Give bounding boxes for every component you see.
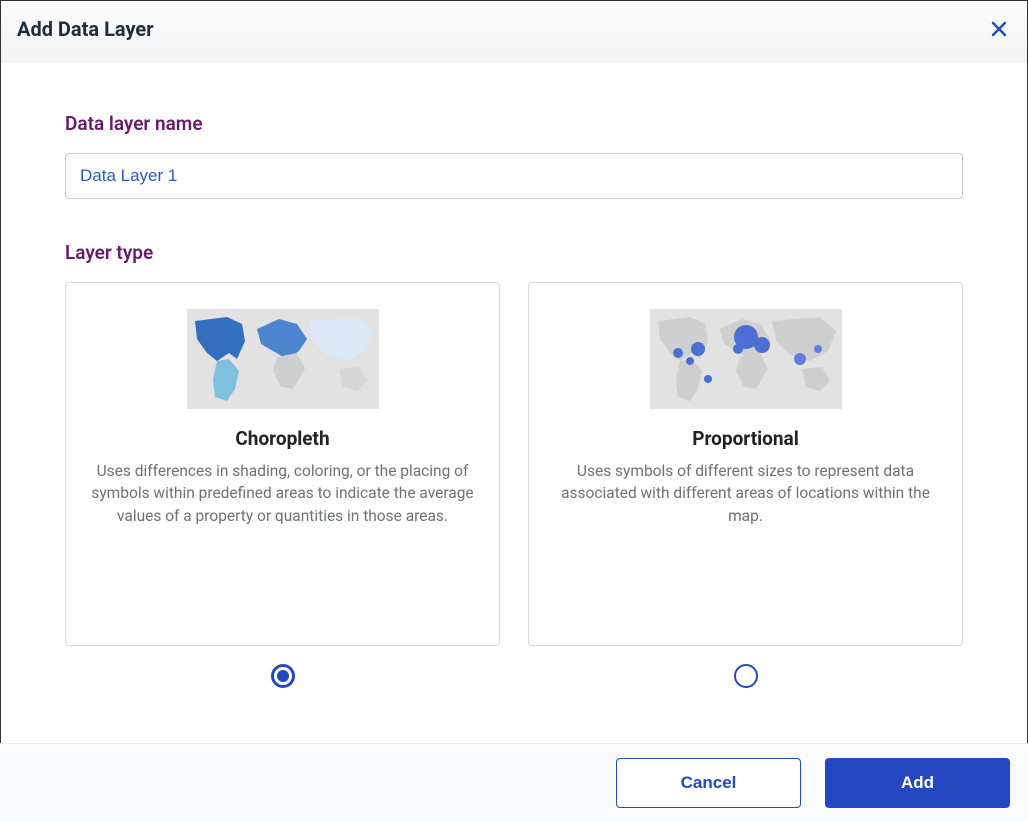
choropleth-radio[interactable] <box>271 664 295 688</box>
proportional-desc: Uses symbols of different sizes to repre… <box>551 460 940 527</box>
proportional-card[interactable]: Proportional Uses symbols of different s… <box>528 282 963 646</box>
proportional-thumbnail <box>650 309 842 409</box>
close-button[interactable] <box>987 17 1011 41</box>
layer-type-options: Choropleth Uses differences in shading, … <box>65 282 963 688</box>
type-field-label: Layer type <box>65 241 963 264</box>
close-icon <box>990 20 1008 38</box>
proportional-title: Proportional <box>692 427 799 450</box>
choropleth-desc: Uses differences in shading, coloring, o… <box>88 460 477 527</box>
modal-body: Data layer name Layer type <box>1 62 1027 708</box>
proportional-radio[interactable] <box>734 664 758 688</box>
modal-title: Add Data Layer <box>17 17 154 41</box>
choropleth-title: Choropleth <box>235 427 329 450</box>
modal-header: Add Data Layer <box>1 1 1027 62</box>
name-field-label: Data layer name <box>65 112 963 135</box>
cancel-button[interactable]: Cancel <box>616 758 801 808</box>
choropleth-thumbnail <box>187 309 379 409</box>
choropleth-card[interactable]: Choropleth Uses differences in shading, … <box>65 282 500 646</box>
add-button[interactable]: Add <box>825 758 1010 808</box>
modal-footer: Cancel Add <box>0 743 1028 822</box>
layer-name-input[interactable] <box>65 153 963 199</box>
radio-selected-icon <box>277 670 289 682</box>
